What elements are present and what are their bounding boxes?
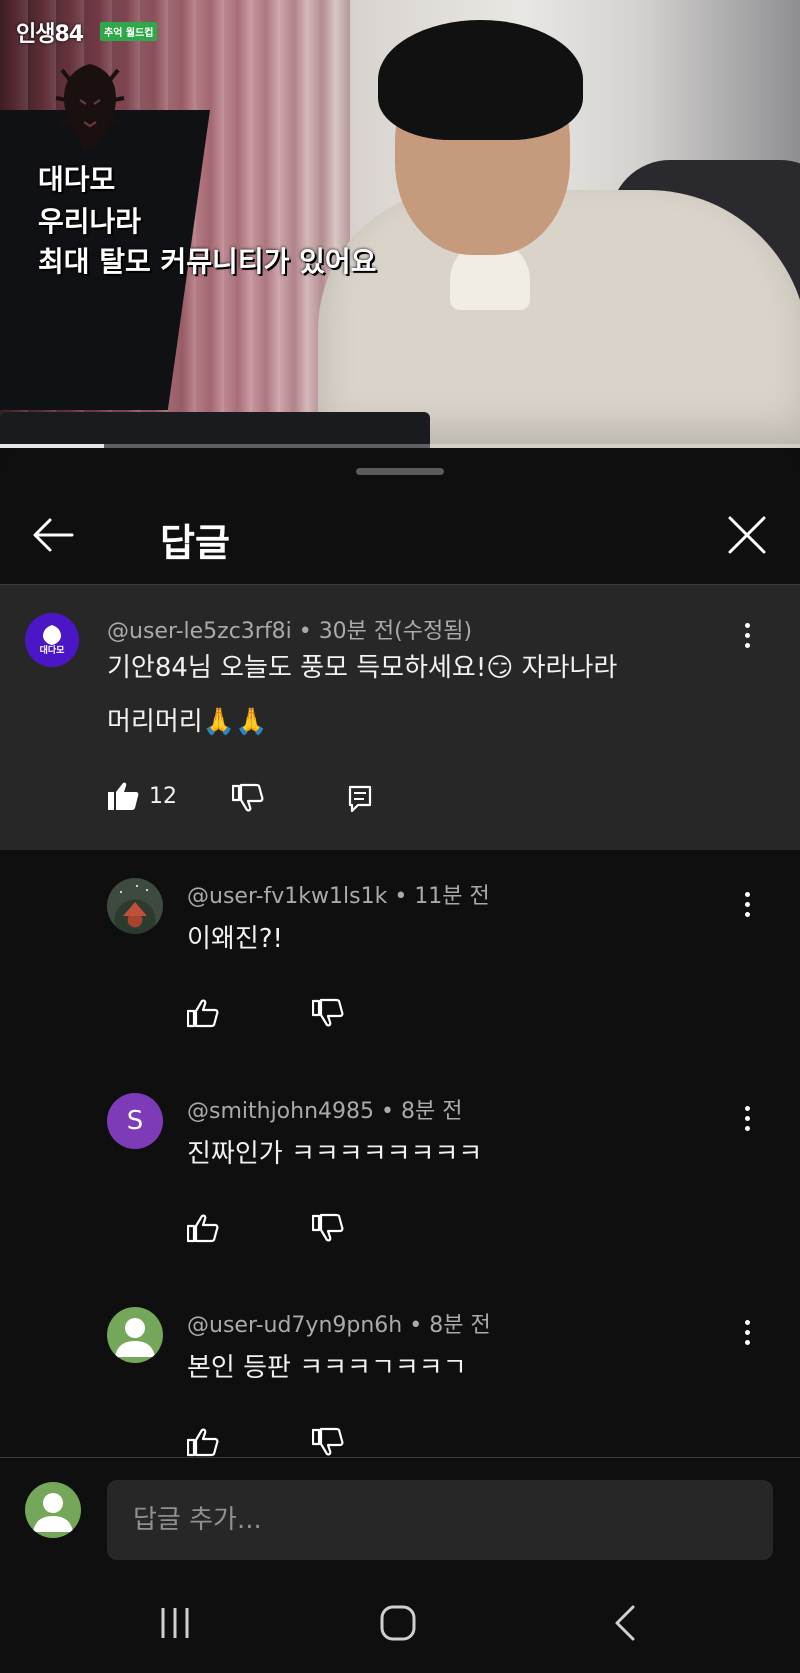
reply-time: 11분 전 [414, 884, 490, 909]
kebab-dot [744, 1329, 750, 1335]
kebab-dot [744, 622, 750, 628]
video-progress-bar[interactable] [0, 444, 800, 448]
chevron-left-icon [615, 1605, 635, 1641]
system-navigation-bar [0, 1568, 800, 1673]
thumbs-down-icon [312, 1213, 344, 1242]
reply-author[interactable]: @smithjohn4985 [187, 1099, 374, 1124]
video-player[interactable]: 인생84 추억 월드컵 대다모 우리나라 최대 탈모 커뮤니티가 있어요 [0, 0, 800, 448]
my-avatar[interactable] [25, 1482, 81, 1538]
kebab-dot [744, 911, 750, 917]
arrow-left-icon [33, 518, 74, 552]
panel-title: 답글 [160, 521, 230, 565]
kebab-dot [744, 1115, 750, 1121]
kebab-dot [744, 1339, 750, 1345]
reply-author[interactable]: @user-fv1kw1ls1k [187, 884, 387, 909]
kebab-dot [744, 1105, 750, 1111]
close-icon [728, 516, 766, 554]
dislike-button[interactable] [312, 1213, 344, 1243]
caption-line-2: 우리나라 [38, 205, 142, 238]
reply-author[interactable]: @user-ud7yn9pn6h [187, 1313, 402, 1338]
reply-meta: @user-fv1kw1ls1k • 11분 전 [187, 878, 490, 910]
monitor-edge [0, 412, 430, 448]
avatar-label: 대다모 [39, 646, 65, 656]
reply-time: 8분 전 [401, 1099, 463, 1124]
thumbs-up-icon [187, 1214, 219, 1243]
thumbs-down-icon [312, 1427, 344, 1456]
dislike-button[interactable] [312, 1427, 344, 1457]
panel-header: 답글 [0, 490, 800, 580]
dislike-button[interactable] [312, 998, 344, 1028]
thumbs-down-icon [312, 998, 344, 1027]
reply-text: 본인 등판 ㅋㅋㅋㄱㅋㅋㄱ [187, 1353, 467, 1383]
like-button[interactable] [187, 1427, 219, 1457]
lion-avatar-icon [43, 625, 61, 645]
meta-separator: • [381, 1099, 402, 1124]
more-options-button[interactable] [732, 884, 762, 924]
reply-time: 8분 전 [429, 1313, 491, 1338]
replies-panel: 답글 대다모 @user-le5zc3rf8i • 30분 전(수정됨) 기안8… [0, 450, 800, 1673]
channel-logo: 인생84 [16, 22, 84, 47]
lion-logo-icon [55, 64, 125, 152]
avatar[interactable] [107, 1307, 163, 1363]
meta-separator: • [409, 1313, 430, 1338]
recent-apps-button[interactable] [140, 1598, 210, 1648]
reply-meta: @user-ud7yn9pn6h • 8분 전 [187, 1307, 491, 1339]
avatar[interactable] [107, 878, 163, 934]
default-person-icon [115, 1318, 155, 1357]
person-hair [378, 20, 583, 140]
home-icon [380, 1605, 416, 1641]
reply-text: 진짜인가 ㅋㅋㅋㅋㅋㅋㅋㅋ [187, 1139, 483, 1169]
person-sweater [318, 190, 800, 448]
comment-text-line-2: 머리머리🙏🙏 [107, 707, 268, 737]
more-options-button[interactable] [732, 1312, 762, 1352]
parent-comment: 대다모 @user-le5zc3rf8i • 30분 전(수정됨) 기안84님 … [0, 585, 800, 850]
home-button[interactable] [363, 1598, 433, 1648]
logo-badge: 추억 월드컵 [100, 22, 158, 41]
thumbs-up-filled-icon [108, 782, 139, 810]
drag-handle[interactable] [356, 468, 444, 475]
meta-separator: • [394, 884, 415, 909]
thumbs-down-icon [232, 783, 264, 812]
kebab-dot [744, 901, 750, 907]
back-button[interactable] [28, 510, 78, 560]
reply-text: 이왜진?! [187, 924, 283, 954]
like-button[interactable]: 12 [107, 781, 177, 811]
like-button[interactable] [187, 998, 219, 1028]
avatar-letter: S [126, 1106, 144, 1136]
reply-meta: @smithjohn4985 • 8분 전 [187, 1093, 463, 1125]
tent-icon [120, 885, 148, 916]
caption-line-3: 최대 탈모 커뮤니티가 있어요 [38, 245, 377, 278]
kebab-dot [744, 632, 750, 638]
kebab-dot [744, 642, 750, 648]
avatar[interactable]: 대다모 [25, 613, 79, 667]
close-button[interactable] [720, 508, 774, 562]
like-count: 12 [149, 783, 177, 809]
kebab-dot [744, 1125, 750, 1131]
comment-icon [348, 785, 372, 813]
reply-button[interactable] [348, 785, 372, 813]
more-options-button[interactable] [732, 1098, 762, 1138]
video-progress-fill [0, 444, 104, 448]
system-back-button[interactable] [590, 1598, 660, 1648]
more-options-button[interactable] [732, 615, 762, 655]
caption-line-1: 대다모 [38, 163, 116, 196]
like-button[interactable] [187, 1213, 219, 1243]
thumbs-up-icon [187, 1428, 219, 1457]
add-reply-input[interactable] [107, 1480, 773, 1560]
default-person-icon [33, 1493, 73, 1532]
kebab-dot [744, 1319, 750, 1325]
dislike-button[interactable] [232, 783, 264, 813]
kebab-dot [744, 891, 750, 897]
comment-text-line-1: 기안84님 오늘도 풍모 득모하세요!😏 자라나라 [107, 653, 618, 683]
thumbs-up-icon [187, 999, 219, 1028]
recent-apps-icon [161, 1608, 189, 1638]
avatar[interactable]: S [107, 1093, 163, 1149]
reply-compose-bar [0, 1458, 800, 1568]
